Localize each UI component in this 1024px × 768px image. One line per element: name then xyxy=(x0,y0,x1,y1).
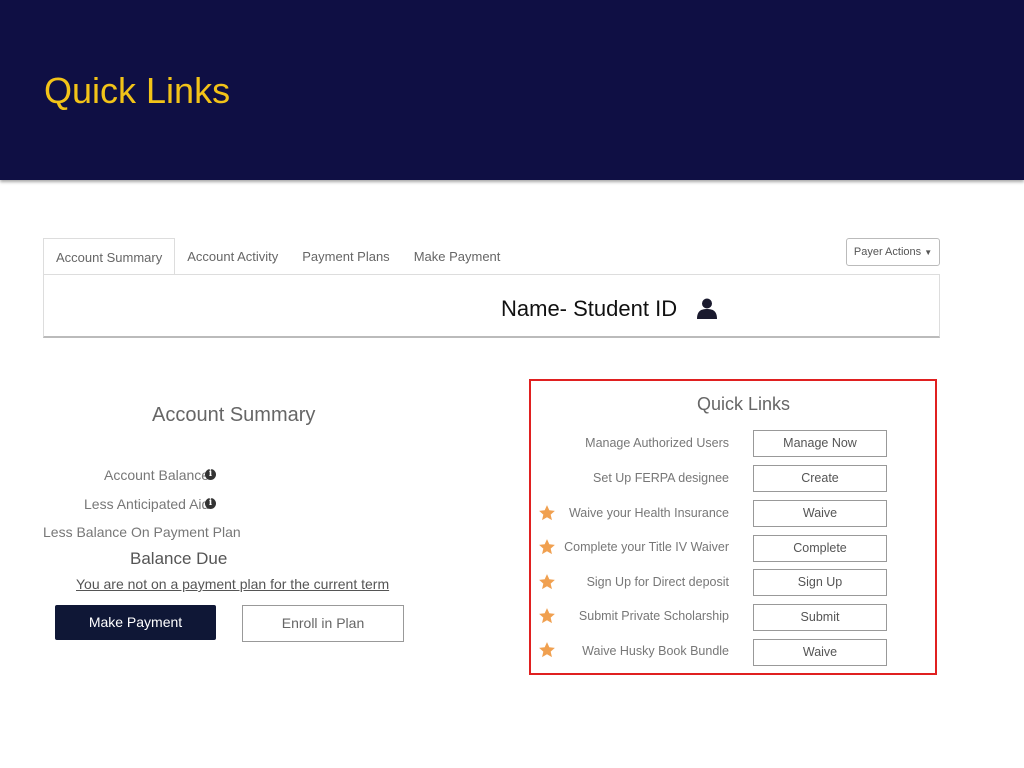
star-icon xyxy=(539,505,555,521)
quick-link-label: Submit Private Scholarship xyxy=(578,609,729,623)
star-icon xyxy=(539,539,555,555)
student-name-id: Name- Student ID xyxy=(501,296,678,321)
quick-link-label: Waive your Health Insurance xyxy=(568,506,729,520)
info-icon[interactable]: i xyxy=(205,498,216,509)
create-button[interactable]: Create xyxy=(753,465,887,492)
quick-link-label: Set Up FERPA designee xyxy=(593,471,729,485)
payer-actions-button[interactable]: Payer Actions ▼ xyxy=(846,238,940,266)
balance-due-label: Balance Due xyxy=(130,549,228,568)
account-summary-title: Account Summary xyxy=(152,404,316,426)
tab-account-summary[interactable]: Account Summary xyxy=(43,238,176,275)
info-icon[interactable]: i xyxy=(205,469,216,480)
waive-book-bundle-button[interactable]: Waive xyxy=(753,639,887,666)
quick-link-label: Waive Husky Book Bundle xyxy=(582,644,729,658)
submit-button[interactable]: Submit xyxy=(753,604,887,631)
payer-actions-label: Payer Actions xyxy=(853,246,922,258)
account-balance-label: Account Balance xyxy=(104,467,210,483)
anticipated-aid-label: Less Anticipated Aid xyxy=(84,496,210,512)
manage-now-button[interactable]: Manage Now xyxy=(753,430,887,457)
star-icon xyxy=(539,574,555,590)
payment-plan-balance-label: Less Balance On Payment Plan xyxy=(43,524,241,540)
quick-link-label: Manage Authorized Users xyxy=(585,436,729,450)
tab-bar: Account Summary Account Activity Payment… xyxy=(43,238,512,275)
complete-button[interactable]: Complete xyxy=(753,535,887,562)
payment-plan-link[interactable]: You are not on a payment plan for the cu… xyxy=(76,576,389,592)
make-payment-button[interactable]: Make Payment xyxy=(55,605,216,640)
sign-up-button[interactable]: Sign Up xyxy=(753,569,887,596)
quick-link-label: Sign Up for Direct deposit xyxy=(586,575,729,589)
star-icon xyxy=(539,642,555,658)
tab-account-activity[interactable]: Account Activity xyxy=(175,238,290,275)
star-icon xyxy=(539,608,555,624)
student-header xyxy=(43,274,940,338)
quick-links-title: Quick Links xyxy=(697,394,791,414)
person-icon xyxy=(697,298,717,319)
enroll-in-plan-button[interactable]: Enroll in Plan xyxy=(242,605,404,642)
tab-payment-plans[interactable]: Payment Plans xyxy=(290,238,401,275)
slide-banner: Quick Links xyxy=(0,0,1024,180)
tab-make-payment[interactable]: Make Payment xyxy=(402,238,513,275)
slide-title: Quick Links xyxy=(44,70,231,111)
waive-insurance-button[interactable]: Waive xyxy=(753,500,887,527)
caret-down-icon: ▼ xyxy=(924,248,933,257)
quick-link-label: Complete your Title IV Waiver xyxy=(564,540,729,554)
